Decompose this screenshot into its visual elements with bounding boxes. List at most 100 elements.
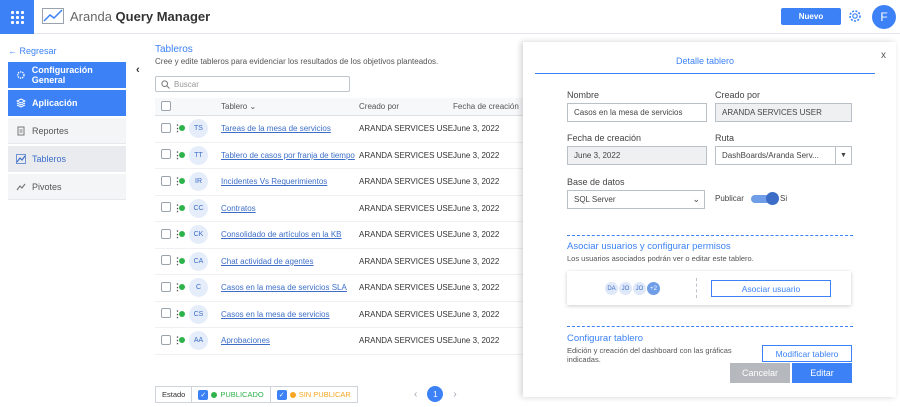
new-button[interactable]: Nuevo: [781, 8, 841, 25]
page-title: Tableros: [155, 44, 193, 55]
table-row[interactable]: ⋮ CC Contratos ARANDA SERVICES USER June 3, …: [155, 196, 523, 222]
dashboard-name-link[interactable]: Tablero de casos por franja de tiempo: [221, 151, 359, 160]
dashboards-table: Tablero ⌄ Creado por Fecha de creación ⋮…: [155, 98, 523, 355]
status-filter-bar: Estado ✓ PUBLICADO ✓ SIN PUBLICAR: [155, 386, 358, 403]
dashboard-name-link[interactable]: Tareas de la mesa de servicios: [221, 124, 359, 133]
dashboard-name-link[interactable]: Consolidado de artículos en la KB: [221, 230, 359, 239]
sidebar-item-reports[interactable]: Reportes: [8, 118, 126, 144]
database-select[interactable]: SQL Server ⌄: [567, 190, 705, 209]
table-row[interactable]: ⋮ TS Tareas de la mesa de servicios ARANDA …: [155, 116, 523, 143]
select-all-checkbox[interactable]: [161, 100, 171, 111]
name-field[interactable]: Casos en la mesa de servicios: [567, 103, 707, 122]
dashboard-initials-badge: AA: [189, 331, 208, 351]
edit-button[interactable]: Editar: [792, 363, 852, 383]
table-row[interactable]: ⋮ TT Tablero de casos por franja de tiempo…: [155, 143, 523, 169]
row-checkbox[interactable]: [161, 122, 171, 133]
row-checkbox[interactable]: [161, 308, 171, 319]
row-checkbox[interactable]: [161, 202, 171, 213]
current-page[interactable]: 1: [427, 386, 444, 402]
published-status-dot-icon: [179, 125, 185, 132]
table-row[interactable]: ⋮ CK Consolidado de artículos en la KB ARAN…: [155, 222, 523, 249]
published-status-dot-icon: [179, 310, 185, 317]
search-input[interactable]: [174, 79, 344, 89]
published-status-dot-icon: [179, 257, 185, 264]
table-row[interactable]: ⋮ C Casos en la mesa de servicios SLA ARAND…: [155, 275, 523, 302]
published-status-dot-icon: [179, 284, 185, 291]
dashboard-initials-badge: CK: [189, 225, 208, 245]
cancel-button[interactable]: Cancelar: [730, 363, 790, 383]
settings-gear-icon[interactable]: [847, 8, 863, 24]
dashboard-initials-badge: IR: [189, 172, 208, 192]
publish-state: Si: [780, 194, 788, 203]
user-avatar-mini[interactable]: JO: [618, 281, 633, 296]
column-header-created-date: Fecha de creación: [453, 102, 519, 111]
created-date-cell: June 3, 2022: [453, 150, 500, 160]
dashboard-name-link[interactable]: Aprobaciones: [221, 336, 359, 345]
dashboard-name-link[interactable]: Incidentes Vs Requerimientos: [221, 177, 359, 186]
created-by-cell: ARANDA SERVICES USER: [359, 124, 453, 134]
publish-toggle[interactable]: [751, 192, 779, 205]
created-by-field: ARANDA SERVICES USER: [715, 103, 852, 122]
sidebar-item-application[interactable]: Aplicación: [8, 90, 126, 116]
unpublished-checkbox[interactable]: ✓: [276, 389, 287, 400]
row-checkbox[interactable]: [161, 281, 171, 292]
app-title: Aranda Query Manager: [70, 8, 211, 24]
sidebar-item-dashboards[interactable]: Tableros: [8, 146, 126, 172]
panel-title: Detalle tablero: [535, 50, 875, 74]
user-avatar-mini[interactable]: JO: [632, 281, 647, 296]
publish-label: Publicar: [715, 194, 744, 203]
user-avatar-mini[interactable]: DA: [604, 281, 619, 296]
table-row[interactable]: ⋮ CA Chat actividad de agentes ARANDA SERVI…: [155, 249, 523, 275]
filter-unpublished[interactable]: ✓ SIN PUBLICAR: [271, 387, 357, 402]
created-date-cell: June 3, 2022: [453, 230, 500, 240]
published-status-dot-icon: [179, 178, 185, 185]
users-permissions-box: DA JO JO +2 Asociar usuario: [567, 271, 851, 305]
back-link[interactable]: ← Regresar: [8, 46, 57, 56]
dashboard-name-link[interactable]: Casos en la mesa de servicios SLA: [221, 283, 359, 292]
created-by-cell: ARANDA SERVICES USER: [359, 203, 453, 213]
associate-user-button[interactable]: Asociar usuario: [711, 280, 831, 297]
created-by-cell: ARANDA SERVICES USER: [359, 150, 453, 160]
next-page-chevron-icon[interactable]: ›: [453, 389, 456, 400]
column-header-name[interactable]: Tablero ⌄: [221, 102, 359, 111]
row-checkbox[interactable]: [161, 255, 171, 266]
row-checkbox[interactable]: [161, 149, 171, 160]
prev-page-chevron-icon[interactable]: ‹: [414, 389, 417, 400]
search-icon: [161, 79, 170, 89]
table-row[interactable]: ⋮ CS Casos en la mesa de servicios ARANDA S…: [155, 302, 523, 328]
dashboard-name-link[interactable]: Chat actividad de agentes: [221, 257, 359, 266]
assoc-subtitle: Los usuarios asociados podrán ver o edit…: [567, 254, 754, 263]
grid-icon: [10, 10, 24, 24]
collapse-sidebar-chevron-icon[interactable]: ‹: [136, 64, 140, 76]
created-by-cell: ARANDA SERVICES USER: [359, 256, 453, 266]
status-label: Estado: [156, 387, 193, 402]
row-checkbox[interactable]: [161, 175, 171, 186]
table-row[interactable]: ⋮ IR Incidentes Vs Requerimientos ARANDA SE…: [155, 169, 523, 196]
published-status-dot-icon: [179, 204, 185, 211]
published-checkbox[interactable]: ✓: [198, 389, 209, 400]
modify-dashboard-button[interactable]: Modificar tablero: [762, 345, 852, 362]
table-row[interactable]: ⋮ AA Aprobaciones ARANDA SERVICES USER June …: [155, 328, 523, 355]
app-grid-button[interactable]: [0, 0, 34, 34]
filter-published[interactable]: ✓ PUBLICADO: [192, 387, 271, 402]
table-header: Tablero ⌄ Creado por Fecha de creación: [155, 98, 523, 116]
sidebar-item-general-config[interactable]: Configuración General: [8, 62, 126, 88]
row-checkbox[interactable]: [161, 228, 171, 239]
dashboard-initials-badge: CS: [189, 304, 208, 324]
sidebar: ← Regresar Configuración General Aplicac…: [0, 34, 140, 407]
row-checkbox[interactable]: [161, 334, 171, 345]
column-header-created-by: Creado por: [359, 102, 400, 111]
search-box[interactable]: [155, 76, 350, 92]
dashboard-name-link[interactable]: Contratos: [221, 204, 359, 213]
more-users-badge[interactable]: +2: [646, 281, 661, 296]
route-label: Ruta: [715, 133, 735, 143]
dashboard-initials-badge: CC: [189, 198, 208, 218]
created-by-cell: ARANDA SERVICES USER: [359, 309, 453, 319]
config-title: Configurar tablero: [567, 333, 644, 344]
route-select[interactable]: DashBoards/Aranda Serv... ▼: [715, 146, 852, 165]
sidebar-item-pivots[interactable]: Pivotes: [8, 174, 126, 200]
close-icon[interactable]: x: [881, 50, 886, 61]
dashboard-name-link[interactable]: Casos en la mesa de servicios: [221, 310, 359, 319]
user-avatar[interactable]: F: [872, 5, 896, 29]
gear-icon: [17, 71, 25, 79]
